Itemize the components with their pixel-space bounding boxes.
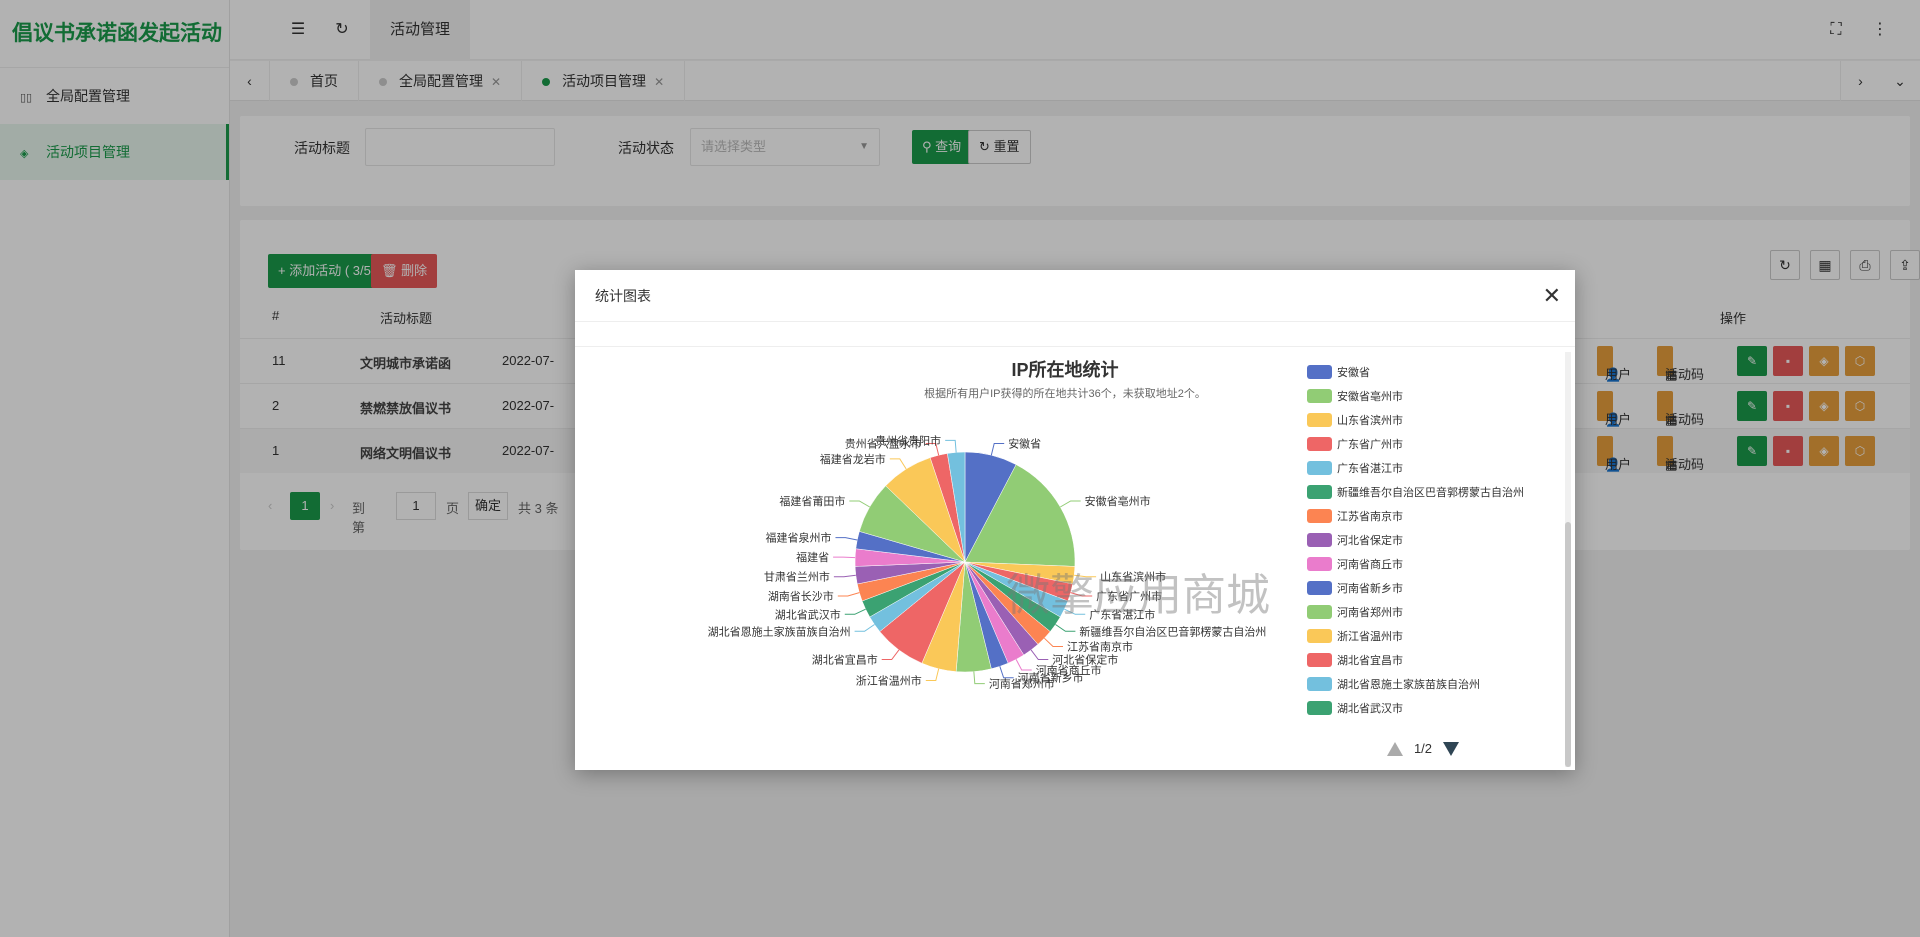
legend-swatch[interactable]: [1307, 629, 1332, 643]
pie-label: 湖北省宜昌市: [812, 653, 878, 667]
legend-swatch[interactable]: [1307, 533, 1332, 547]
pie-label: 新疆维吾尔自治区巴音郭楞蒙古自治州: [1079, 624, 1266, 638]
pie-label-line: [835, 537, 858, 541]
legend-swatch[interactable]: [1307, 581, 1332, 595]
legend-page-indicator: 1/2: [1414, 741, 1432, 756]
legend-swatch[interactable]: [1307, 389, 1332, 403]
legend-item[interactable]: 山东省滨州市: [1337, 413, 1403, 427]
pie-label-line: [925, 668, 940, 681]
pie-label: 浙江省温州市: [856, 673, 922, 687]
legend-item[interactable]: 安徽省: [1337, 365, 1370, 379]
pie-label-line: [1015, 659, 1032, 671]
modal-scrollbar-thumb[interactable]: [1565, 522, 1571, 767]
legend-item[interactable]: 广东省湛江市: [1337, 461, 1403, 475]
legend-item[interactable]: 河南省新乡市: [1337, 581, 1403, 595]
legend-swatch[interactable]: [1307, 365, 1332, 379]
legend-item[interactable]: 湖北省武汉市: [1337, 701, 1403, 715]
pie-label: 湖南省长沙市: [768, 589, 834, 603]
chart-subtitle: 根据所有用户IP获得的所在地共计36个，未获取地址2个。: [924, 386, 1206, 400]
modal-title: 统计图表: [575, 270, 1575, 322]
legend-item[interactable]: 浙江省温州市: [1337, 629, 1403, 643]
modal-scrollbar[interactable]: [1565, 352, 1571, 767]
legend-swatch[interactable]: [1307, 653, 1332, 667]
chart-title: IP所在地统计: [1011, 359, 1118, 380]
pie-label-line: [1055, 624, 1076, 632]
legend-item[interactable]: 广东省广州市: [1337, 437, 1403, 451]
legend-swatch[interactable]: [1307, 461, 1332, 475]
pie-label-line: [881, 649, 900, 661]
pie-label: 河南省郑州市: [989, 677, 1055, 691]
legend-item[interactable]: 湖北省恩施土家族苗族自治州: [1337, 677, 1480, 691]
pie-label-line: [973, 671, 985, 685]
legend-swatch[interactable]: [1307, 485, 1332, 499]
legend-item[interactable]: 河南省郑州市: [1337, 605, 1403, 619]
legend-next-icon[interactable]: [1443, 742, 1459, 756]
legend-item[interactable]: 安徽省亳州市: [1337, 389, 1403, 403]
pie-label-line: [1030, 649, 1049, 661]
legend-item[interactable]: 湖北省宜昌市: [1337, 653, 1403, 667]
pie-label-line: [844, 608, 866, 615]
pie-label: 福建省: [796, 550, 829, 564]
legend-swatch[interactable]: [1307, 509, 1332, 523]
pie-label-line: [854, 624, 875, 632]
close-icon[interactable]: ✕: [1543, 270, 1561, 322]
legend-item[interactable]: 江苏省南京市: [1337, 509, 1403, 523]
pie-label: 江苏省南京市: [1067, 640, 1133, 654]
legend-swatch[interactable]: [1307, 437, 1332, 451]
pie-label-line: [837, 592, 860, 597]
pie-label: 福建省泉州市: [765, 531, 831, 545]
pie-label: 安徽省: [1008, 437, 1041, 451]
legend-item[interactable]: 新疆维吾尔自治区巴音郭楞蒙古自治州: [1337, 485, 1524, 499]
pie-label: 贵州省贵阳市: [875, 433, 941, 447]
pie-label: 湖北省恩施土家族苗族自治州: [708, 624, 851, 638]
pie-label-line: [990, 443, 1005, 456]
pie-label-line: [1043, 637, 1063, 648]
pie-label-line: [833, 574, 856, 578]
pie-label-line: [945, 439, 957, 453]
legend-item[interactable]: 河北省保定市: [1337, 533, 1403, 547]
pie-label: 福建省龙岩市: [820, 452, 886, 466]
pie-label-line: [849, 500, 870, 508]
pie-chart: IP所在地统计 根据所有用户IP获得的所在地共计36个，未获取地址2个。 安徽省…: [708, 359, 1524, 756]
modal-body: IP所在地统计 根据所有用户IP获得的所在地共计36个，未获取地址2个。 安徽省…: [575, 322, 1575, 770]
pie-label: 安徽省亳州市: [1085, 494, 1151, 508]
pie-label: 福建省莆田市: [779, 494, 845, 508]
legend-swatch[interactable]: [1307, 413, 1332, 427]
pie-label-line: [1060, 500, 1081, 508]
legend-item[interactable]: 河南省商丘市: [1337, 557, 1403, 571]
pie-label: 湖北省武汉市: [775, 607, 841, 621]
legend-swatch[interactable]: [1307, 605, 1332, 619]
legend-swatch[interactable]: [1307, 701, 1332, 715]
legend-swatch[interactable]: [1307, 677, 1332, 691]
watermark: 微擎应用商城: [1006, 570, 1270, 621]
legend-swatch[interactable]: [1307, 557, 1332, 571]
legend-prev-icon[interactable]: [1387, 742, 1403, 756]
pie-label-line: [889, 458, 907, 470]
pie-label-line: [999, 666, 1014, 679]
pie-label: 甘肃省兰州市: [764, 570, 830, 584]
stats-modal: 统计图表 ✕ IP所在地统计 根据所有用户IP获得的所在地共计36个，未获取地址…: [575, 270, 1575, 770]
